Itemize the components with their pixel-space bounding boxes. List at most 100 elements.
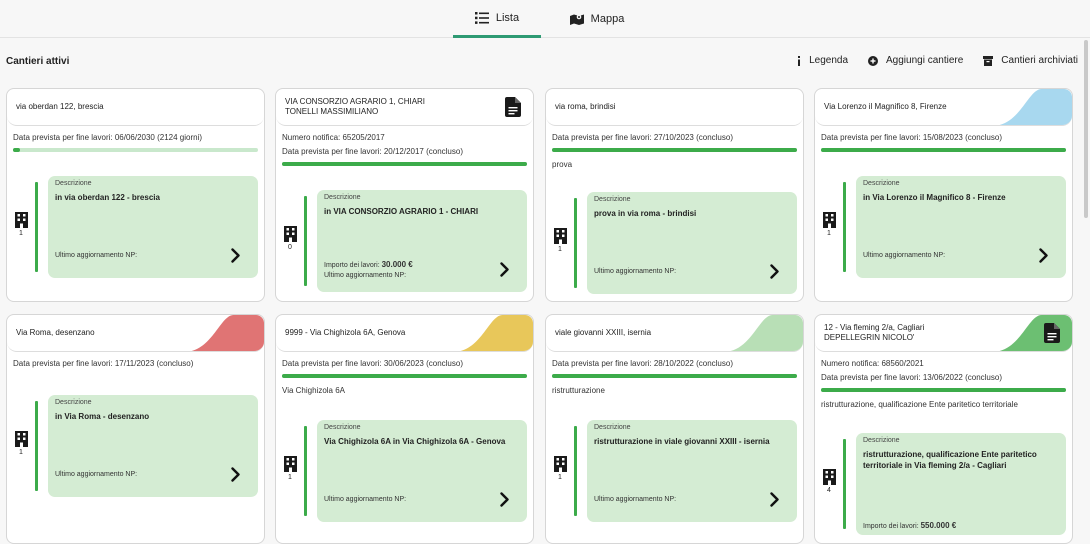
cantiere-card[interactable]: Via Lorenzo il Magnifico 8, Firenze Data … <box>814 88 1073 302</box>
worker-count-value: 1 <box>558 246 562 253</box>
progress-bar <box>821 388 1066 392</box>
map-icon <box>569 14 584 25</box>
progress-fill <box>282 374 527 378</box>
importo-value: 550.000 € <box>920 521 957 530</box>
progress-bar <box>13 148 258 152</box>
chevron-right-icon[interactable] <box>231 467 240 482</box>
worker-count: 1 <box>821 212 837 237</box>
description-label: Descrizione <box>324 424 361 431</box>
description-text: in Via Lorenzo il Magnifico 8 - Firenze <box>863 193 1006 202</box>
card-responsible: DEPELLEGRIN NICOLO' <box>824 333 915 342</box>
description-text: Via Chighizola 6A in Via Chighizola 6A -… <box>324 437 506 446</box>
progress-bar <box>552 148 797 152</box>
description-label: Descrizione <box>863 437 900 444</box>
description-label: Descrizione <box>863 180 900 187</box>
description-box[interactable]: Descrizione in Via Lorenzo il Magnifico 8… <box>856 176 1066 278</box>
cantiere-card[interactable]: 9999 - Via Chighizola 6A, Genova Data pre… <box>275 314 534 544</box>
card-body: 4 Descrizione ristrutturazione, qualificaz… <box>815 433 1072 543</box>
card-header: 9999 - Via Chighizola 6A, Genova <box>276 315 533 352</box>
ultimo-aggiornamento: Ultimo aggiornamento NP: <box>863 252 946 259</box>
chevron-right-icon[interactable] <box>770 492 779 507</box>
card-address: 12 - Via fleming 2/a, Cagliari DEPELLEGRI… <box>824 323 924 343</box>
description-text: in Via Roma - desenzano <box>55 412 150 421</box>
description-box[interactable]: Descrizione in Via Roma - desenzano Ultimo… <box>48 395 258 497</box>
cantiere-card[interactable]: viale giovanni XXIII, isernia Data previs… <box>545 314 804 544</box>
building-icon <box>822 212 836 228</box>
worker-count: 1 <box>282 456 298 481</box>
add-cantiere-button[interactable]: Aggiungi cantiere <box>868 55 963 66</box>
card-address-line: Via Roma, desenzano <box>16 328 95 337</box>
note-text: Via Chighizola 6A <box>282 386 346 395</box>
description-box[interactable]: Descrizione in via oberdan 122 - brescia U… <box>48 176 258 278</box>
worker-count-value: 1 <box>19 230 23 237</box>
cantiere-card[interactable]: via oberdan 122, brescia Data prevista pe… <box>6 88 265 302</box>
tab-mappa[interactable]: Mappa <box>553 0 641 38</box>
archive-button[interactable]: Cantieri archiviati <box>983 55 1078 66</box>
legend-button[interactable]: Legenda <box>797 55 848 66</box>
fine-lavori-text: Data prevista per fine lavori: 20/12/201… <box>282 147 463 156</box>
status-corner <box>998 315 1072 351</box>
building-icon <box>822 469 836 485</box>
card-body: 1 Descrizione ristrutturazione in viale gi… <box>546 420 803 543</box>
ultimo-aggiornamento: Ultimo aggiornamento NP: <box>594 496 677 503</box>
cantiere-card[interactable]: Via Roma, desenzano Data prevista per fin… <box>6 314 265 544</box>
building-icon <box>553 228 567 244</box>
building-icon <box>283 226 297 242</box>
description-text: ristrutturazione in viale giovanni XXIII… <box>594 437 770 446</box>
cantiere-card[interactable]: 12 - Via fleming 2/a, Cagliari DEPELLEGRI… <box>814 314 1073 544</box>
page-title: Cantieri attivi <box>6 56 70 67</box>
document-icon[interactable] <box>505 97 521 117</box>
cantiere-card[interactable]: via roma, brindisi Data prevista per fine… <box>545 88 804 302</box>
tab-lista[interactable]: Lista <box>453 0 541 38</box>
importo-label: Importo dei lavori: <box>863 523 919 530</box>
note-text: ristrutturazione, qualificazione Ente pa… <box>821 400 1018 409</box>
chevron-right-icon[interactable] <box>231 248 240 263</box>
cantiere-card[interactable]: VIA CONSORZIO AGRARIO 1, CHIARI TONELLI M… <box>275 88 534 302</box>
description-label: Descrizione <box>55 180 92 187</box>
progress-bar <box>282 162 527 166</box>
fine-lavori-text: Data prevista per fine lavori: 27/10/202… <box>552 133 733 142</box>
card-address-line: 9999 - Via Chighizola 6A, Genova <box>285 328 406 337</box>
building-icon <box>14 212 28 228</box>
worker-count: 1 <box>13 431 29 456</box>
card-header: via roma, brindisi <box>546 89 803 126</box>
card-accent-bar <box>843 182 846 272</box>
importo-lavori: Importo dei lavori: 30.000 € <box>324 260 413 269</box>
legend-label: Legenda <box>809 55 849 66</box>
description-box[interactable]: Descrizione Via Chighizola 6A in Via Chig… <box>317 420 527 522</box>
card-accent-bar <box>304 196 307 286</box>
scrollbar[interactable] <box>1084 40 1088 218</box>
description-box[interactable]: Descrizione ristrutturazione in viale gio… <box>587 420 797 522</box>
progress-fill <box>552 374 797 378</box>
card-address: via oberdan 122, brescia <box>16 102 104 112</box>
description-text: prova in via roma - brindisi <box>594 209 697 218</box>
ultimo-aggiornamento: Ultimo aggiornamento NP: <box>594 268 677 275</box>
description-box[interactable]: Descrizione in VIA CONSORZIO AGRARIO 1 - … <box>317 190 527 292</box>
worker-count-value: 1 <box>558 474 562 481</box>
chevron-right-icon[interactable] <box>500 492 509 507</box>
status-corner <box>190 315 264 351</box>
fine-lavori-text: Data prevista per fine lavori: 30/06/202… <box>282 359 463 368</box>
description-text: in VIA CONSORZIO AGRARIO 1 - CHIARI <box>324 207 479 216</box>
card-header: viale giovanni XXIII, isernia <box>546 315 803 352</box>
fine-lavori-text: Data prevista per fine lavori: 06/06/203… <box>13 133 202 142</box>
worker-count: 1 <box>552 456 568 481</box>
card-body: 1 Descrizione Via Chighizola 6A in Via Chi… <box>276 420 533 543</box>
card-address-line: Via Lorenzo il Magnifico 8, Firenze <box>824 102 947 111</box>
progress-fill <box>552 148 797 152</box>
chevron-right-icon[interactable] <box>1039 248 1048 263</box>
ultimo-aggiornamento: Ultimo aggiornamento NP: <box>324 496 407 503</box>
document-icon[interactable] <box>1044 323 1060 343</box>
chevron-right-icon[interactable] <box>500 262 509 277</box>
description-label: Descrizione <box>324 194 361 201</box>
description-box[interactable]: Descrizione ristrutturazione, qualificazi… <box>856 433 1066 535</box>
top-tab-bar: Lista Mappa <box>0 0 1090 38</box>
ultimo-aggiornamento: Ultimo aggiornamento NP: <box>324 272 407 279</box>
progress-fill <box>821 148 1066 152</box>
info-icon <box>798 55 801 66</box>
card-body: 1 Descrizione prova in via roma - brindisi… <box>546 192 803 301</box>
chevron-right-icon[interactable] <box>770 264 779 279</box>
importo-label: Importo dei lavori: <box>324 262 380 269</box>
description-box[interactable]: Descrizione prova in via roma - brindisi U… <box>587 192 797 294</box>
card-address: viale giovanni XXIII, isernia <box>555 328 651 338</box>
